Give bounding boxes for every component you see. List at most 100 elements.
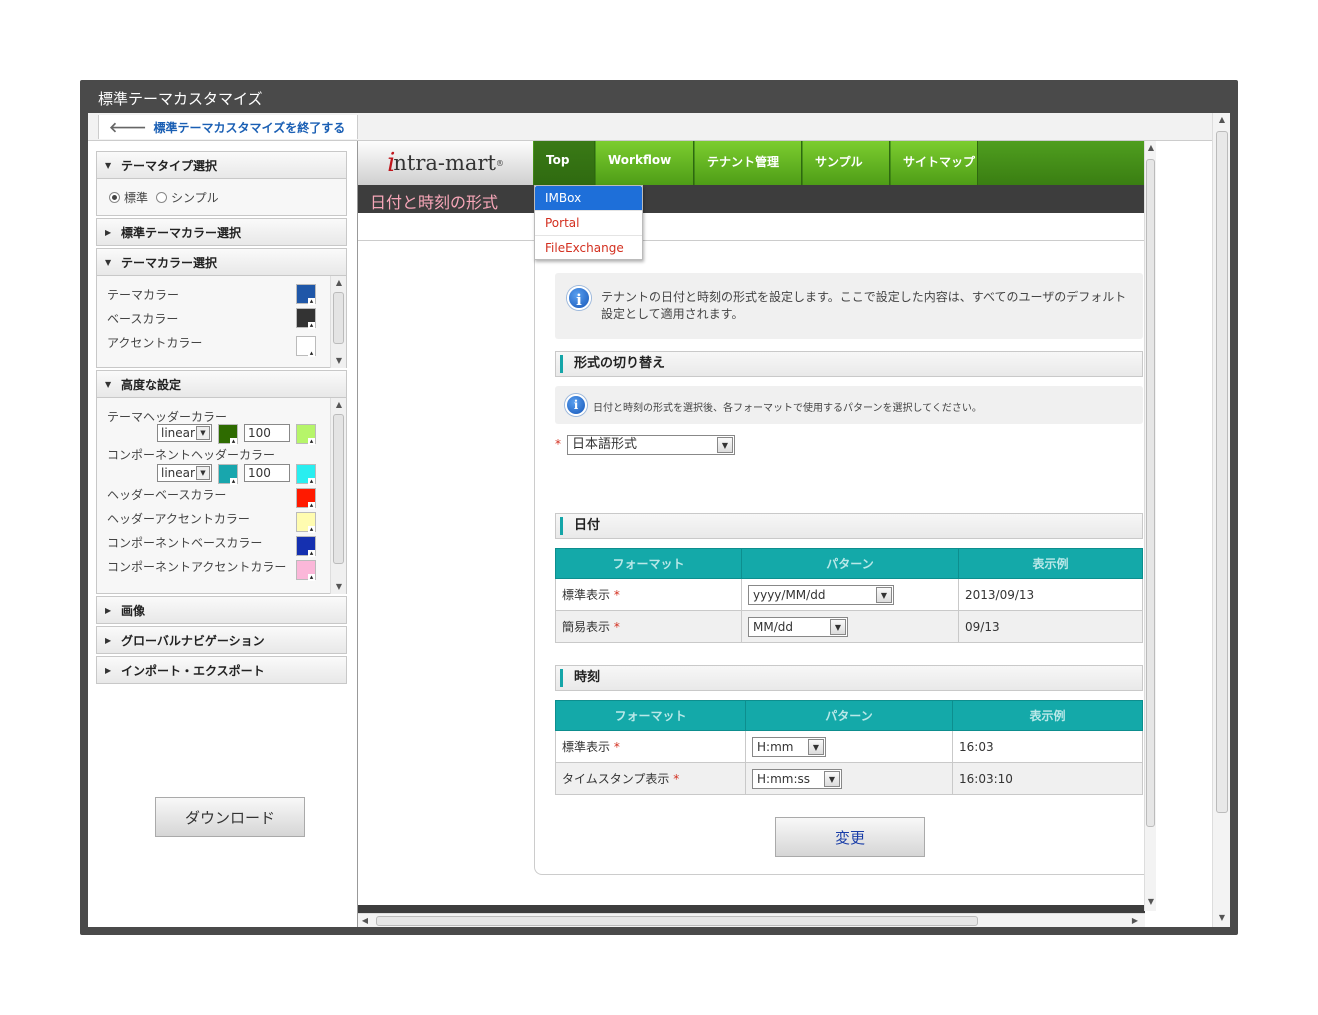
theme-color-scrollbar[interactable]: ▲ ▼: [330, 276, 346, 368]
triangle-right-icon: ▶: [105, 605, 112, 615]
pattern-select[interactable]: H:mm ▼: [752, 736, 826, 757]
header-accent-color-swatch[interactable]: [296, 512, 316, 533]
radio-simple[interactable]: [156, 191, 168, 203]
pattern-select[interactable]: yyyy/MM/dd ▼: [748, 584, 894, 605]
theme-header-color2-swatch[interactable]: [296, 424, 316, 445]
scroll-thumb[interactable]: [333, 292, 344, 344]
theme-color-body: テーマカラー ベースカラー アクセントカラー ▲ ▼: [96, 276, 347, 368]
exit-bar: 🡐 標準テーマカスタマイズを終了する: [88, 113, 1212, 141]
column-header-example: 表示例: [952, 700, 1143, 731]
scroll-down-icon[interactable]: ▼: [331, 354, 347, 368]
theme-color-label: テーマカラー: [107, 287, 180, 302]
info-text: テナントの日付と時刻の形式を設定します。ここで設定した内容は、すべてのユーザのデ…: [601, 290, 1127, 321]
accordion-title: グローバルナビゲーション: [121, 633, 265, 648]
pattern-select[interactable]: H:mm:ss ▼: [752, 768, 842, 789]
scroll-thumb[interactable]: [376, 916, 978, 926]
accordion-title: 高度な設定: [121, 377, 182, 392]
switch-info-text: 日付と時刻の形式を選択後、各フォーマットで使用するパターンを選択してください。: [593, 403, 982, 414]
scroll-up-icon[interactable]: ▲: [331, 398, 347, 412]
menu-item-portal[interactable]: Portal: [535, 211, 642, 236]
accordion-standard-theme-color[interactable]: ▶ 標準テーマカラー選択: [96, 218, 347, 246]
header-base-color-label: ヘッダーベースカラー: [107, 488, 227, 502]
header-base-color-swatch[interactable]: [296, 488, 316, 509]
scroll-down-icon[interactable]: ▼: [1145, 895, 1156, 909]
accordion-global-nav[interactable]: ▶ グローバルナビゲーション: [96, 626, 347, 654]
accent-color-label: アクセントカラー: [107, 335, 203, 350]
theme-preview: i ntra-mart ® Top Workflow テナント管理 サンプル サイト…: [357, 141, 1156, 927]
format-label: 簡易表示: [562, 620, 611, 634]
accordion-import-export[interactable]: ▶ インポート・エクスポート: [96, 656, 347, 684]
required-mark: *: [613, 740, 620, 754]
scroll-thumb[interactable]: [1146, 159, 1155, 827]
required-mark: *: [613, 620, 620, 634]
scroll-up-icon[interactable]: ▲: [1145, 141, 1156, 155]
component-header-color1-swatch[interactable]: [218, 464, 238, 485]
page-title: 日付と時刻の形式: [370, 193, 499, 212]
nav-tab-sitemap[interactable]: サイトマップ: [891, 141, 978, 185]
menu-item-imbox[interactable]: IMBox: [535, 186, 642, 211]
preview-vertical-scrollbar[interactable]: ▲ ▼: [1144, 141, 1156, 911]
scroll-up-icon[interactable]: ▲: [331, 276, 347, 290]
triangle-right-icon: ▶: [105, 665, 112, 675]
example-cell: 2013/09/13: [958, 578, 1143, 611]
scroll-up-icon[interactable]: ▲: [1213, 113, 1231, 127]
window-vertical-scrollbar[interactable]: ▲ ▼: [1212, 113, 1230, 927]
format-select[interactable]: 日本語形式 ▼: [567, 435, 735, 455]
back-arrow-icon: 🡐: [109, 119, 147, 136]
menu-item-fileexchange[interactable]: FileExchange: [535, 236, 642, 261]
scroll-left-icon[interactable]: ◀: [358, 914, 372, 927]
scroll-thumb[interactable]: [1216, 131, 1228, 813]
column-header-pattern: パターン: [745, 700, 953, 731]
theme-color-swatch[interactable]: [296, 284, 316, 305]
scroll-right-icon[interactable]: ▶: [1128, 914, 1142, 927]
format-label: 標準表示: [562, 740, 611, 754]
format-cell: 標準表示 *: [555, 730, 746, 763]
theme-header-color-label: テーマヘッダーカラー: [107, 410, 228, 424]
pattern-cell: MM/dd ▼: [741, 610, 959, 643]
theme-header-color1-swatch[interactable]: [218, 424, 238, 445]
component-header-value-input[interactable]: 100: [244, 464, 290, 482]
download-button[interactable]: ダウンロード: [155, 797, 305, 837]
accordion-theme-type[interactable]: ▼ テーマタイプ選択: [96, 151, 347, 179]
scroll-thumb[interactable]: [333, 414, 344, 564]
column-header-format: フォーマット: [555, 700, 746, 731]
accordion-theme-color[interactable]: ▼ テーマカラー選択: [96, 248, 347, 276]
change-button[interactable]: 変更: [775, 817, 925, 857]
accordion-advanced[interactable]: ▼ 高度な設定: [96, 370, 347, 398]
base-color-label: ベースカラー: [107, 311, 179, 326]
exit-customize-link[interactable]: 🡐 標準テーマカスタマイズを終了する: [98, 115, 359, 139]
theme-header-mode-select[interactable]: linear ▼: [157, 424, 212, 442]
scroll-down-icon[interactable]: ▼: [1213, 911, 1231, 925]
example-cell: 16:03:10: [952, 762, 1143, 795]
radio-standard[interactable]: [109, 191, 120, 203]
dropdown-arrow-icon: ▼: [717, 437, 733, 453]
content-card: i テナントの日付と時刻の形式を設定します。ここで設定した内容は、すべてのユーザ…: [534, 241, 1145, 875]
pattern-select[interactable]: MM/dd ▼: [748, 616, 848, 637]
base-color-swatch[interactable]: [296, 308, 316, 329]
settings-panel: ▼ テーマタイプ選択 標準 シンプル ▶ 標準テーマカラー選択 ▼ テーマカラー…: [96, 151, 347, 927]
advanced-body: テーマヘッダーカラー linear ▼ 100 コンポーネントヘッダーカラー l…: [96, 398, 347, 594]
preview-horizontal-scrollbar[interactable]: ◀ ▶: [358, 913, 1145, 927]
component-header-mode-select[interactable]: linear ▼: [157, 464, 212, 482]
nav-tab-top[interactable]: Top: [534, 141, 595, 185]
component-accent-color-swatch[interactable]: [296, 560, 316, 581]
nav-tab-workflow[interactable]: Workflow: [596, 141, 694, 185]
logo-mark: ®: [495, 158, 504, 168]
theme-header-value-input[interactable]: 100: [244, 424, 290, 442]
required-mark: *: [555, 437, 561, 451]
window-title: 標準テーマカスタマイズ: [98, 90, 263, 108]
component-base-color-swatch[interactable]: [296, 536, 316, 557]
scroll-down-icon[interactable]: ▼: [331, 580, 347, 594]
format-cell: 標準表示 *: [555, 578, 742, 611]
accent-color-swatch[interactable]: [296, 336, 316, 357]
nav-tab-sample[interactable]: サンプル: [803, 141, 890, 185]
section-format-switch: 形式の切り替え: [555, 351, 1143, 377]
advanced-scrollbar[interactable]: ▲ ▼: [330, 398, 346, 594]
accordion-image[interactable]: ▶ 画像: [96, 596, 347, 624]
date-format-table: フォーマット パターン 表示例 標準表示 * yyyy/MM/dd ▼ 2013/…: [555, 548, 1143, 643]
component-header-color2-swatch[interactable]: [296, 464, 316, 485]
time-format-table: フォーマット パターン 表示例 標準表示 * H:mm ▼ 16:03 タイムスタ…: [555, 700, 1143, 795]
nav-tab-tenant[interactable]: テナント管理: [695, 141, 802, 185]
example-cell: 16:03: [952, 730, 1143, 763]
triangle-down-icon: ▼: [105, 257, 112, 267]
